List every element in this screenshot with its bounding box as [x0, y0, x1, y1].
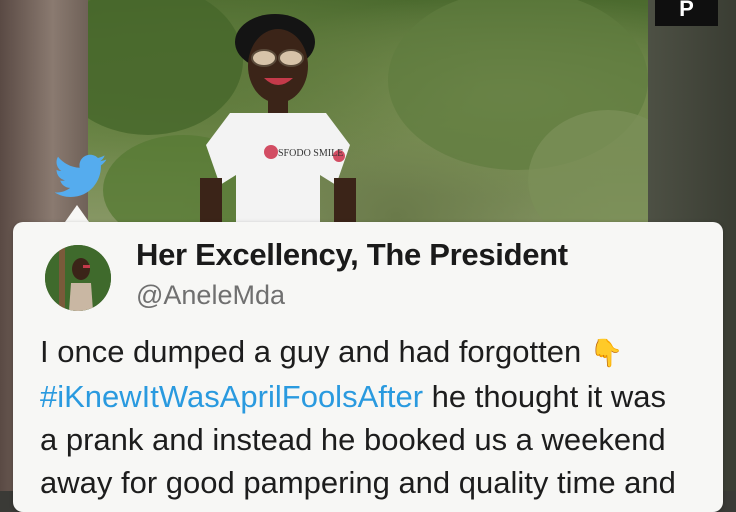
user-handle[interactable]: @AneleMda	[136, 280, 285, 311]
card-pointer	[65, 205, 89, 222]
tweet-line: a prank and instead he booked us a weeke…	[40, 422, 666, 457]
background-photo: SFODO SMILE	[88, 0, 648, 240]
avatar-image	[45, 245, 111, 311]
pointing-down-emoji: 👇	[589, 338, 624, 368]
display-name[interactable]: Her Excellency, The President	[136, 237, 568, 273]
tweet-line: away for good pampering and quality time…	[40, 465, 676, 500]
tweet-card: Her Excellency, The President @AneleMda …	[13, 222, 723, 512]
brand-logo-letter: P	[679, 0, 694, 21]
tweet-line: #iKnewItWasAprilFoolsAfter he thought it…	[40, 375, 710, 418]
hashtag-link[interactable]: #iKnewItWasAprilFoolsAfter	[40, 379, 423, 414]
tweet-line-text: I once dumped a guy and had forgotten	[40, 334, 590, 369]
woman-photo: SFODO SMILE	[88, 0, 648, 240]
tweet-text: I once dumped a guy and had forgotten 👇 …	[40, 330, 710, 504]
shirt-print-text: SFODO SMILE	[278, 148, 343, 159]
tweet-line-text: he thought it was	[423, 379, 667, 414]
brand-logo-badge: P	[655, 0, 718, 26]
avatar[interactable]	[45, 245, 111, 311]
twitter-bird-icon	[55, 154, 107, 198]
tweet-line: I once dumped a guy and had forgotten 👇	[40, 330, 710, 375]
